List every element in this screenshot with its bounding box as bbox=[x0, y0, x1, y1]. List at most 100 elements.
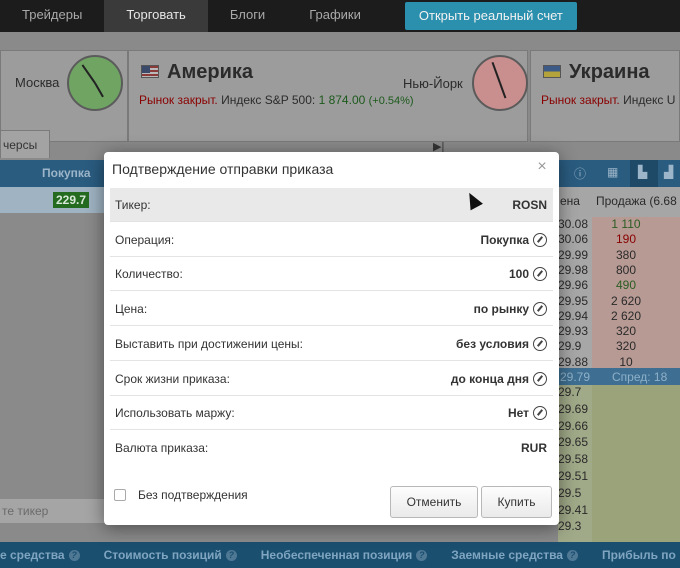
ticker-input[interactable]: те тикер bbox=[0, 498, 104, 524]
row-operation[interactable]: Операция: Покупка bbox=[110, 223, 553, 257]
edit-icon[interactable] bbox=[533, 406, 547, 420]
footer-unsecured-position: Необеспеченная позиция? bbox=[261, 548, 428, 562]
ask-quantity[interactable]: 2 620 bbox=[596, 309, 656, 323]
no-confirmation-checkbox[interactable] bbox=[114, 489, 126, 501]
bid-price[interactable]: 29.58 bbox=[558, 452, 592, 466]
nav-trade[interactable]: Торговать bbox=[104, 0, 208, 32]
ask-price[interactable]: 29.94 bbox=[558, 309, 592, 323]
bid-price[interactable]: 29.69 bbox=[558, 402, 592, 416]
col-buy-header: Покупка bbox=[42, 166, 91, 180]
america-title: Америка bbox=[167, 61, 254, 83]
nav-charts[interactable]: Графики bbox=[287, 0, 383, 32]
bid-price[interactable]: 29.66 bbox=[558, 419, 592, 433]
bid-price[interactable]: 29.65 bbox=[558, 435, 592, 449]
row-order-lifetime[interactable]: Срок жизни приказа: до конца дня bbox=[110, 362, 553, 396]
ask-quantity[interactable]: 380 bbox=[596, 248, 656, 262]
chart-icon[interactable]: ▙ bbox=[630, 160, 658, 187]
ask-quantity[interactable]: 10 bbox=[596, 355, 656, 369]
bid-price[interactable]: 29.51 bbox=[558, 469, 592, 483]
newyork-city-label: Нью-Йорк bbox=[403, 76, 463, 91]
edit-icon[interactable] bbox=[533, 337, 547, 351]
row-label: Валюта приказа: bbox=[115, 441, 209, 455]
ask-price[interactable]: 29.93 bbox=[558, 324, 592, 338]
bid-price[interactable]: 29.5 bbox=[558, 486, 592, 500]
ukraine-index-label: Индекс U bbox=[623, 93, 676, 107]
ask-price[interactable]: 29.96 bbox=[558, 278, 592, 292]
row-quantity[interactable]: Количество: 100 bbox=[110, 257, 553, 291]
ask-quantity[interactable]: 320 bbox=[596, 324, 656, 338]
ticker-value: ROSN bbox=[512, 198, 547, 212]
row-currency: Валюта приказа: RUR bbox=[110, 431, 553, 465]
ukraine-panel: Украина Рынок закрыт. Индекс U bbox=[530, 50, 680, 142]
moscow-city-label: Москва bbox=[15, 75, 60, 90]
account-footer: е средства? Стоимость позиций? Необеспеч… bbox=[0, 542, 680, 568]
row-label: Выставить при достижении цены: bbox=[115, 337, 303, 351]
ask-price[interactable]: 29.88 bbox=[558, 355, 592, 369]
ask-price[interactable]: 30.08 bbox=[558, 217, 592, 231]
buy-price-badge[interactable]: 229.7 bbox=[53, 192, 90, 208]
usa-flag-icon bbox=[141, 65, 159, 78]
row-trigger-price[interactable]: Выставить при достижении цены: без услов… bbox=[110, 327, 553, 361]
quantity-value: 100 bbox=[508, 267, 529, 281]
ukraine-status: Рынок закрыт. bbox=[541, 93, 620, 107]
ask-price[interactable]: 29.98 bbox=[558, 263, 592, 277]
newyork-clock-icon bbox=[472, 55, 528, 111]
ask-quantity[interactable]: 800 bbox=[596, 263, 656, 277]
nav-blogs[interactable]: Блоги bbox=[208, 0, 287, 32]
ask-quantity[interactable]: 490 bbox=[596, 278, 656, 292]
bid-price[interactable]: 29.3 bbox=[558, 519, 592, 533]
row-ticker: Тикер: ROSN bbox=[110, 188, 553, 222]
top-navigation: Трейдеры Торговать Блоги Графики Открыть… bbox=[0, 0, 680, 32]
row-label: Тикер: bbox=[115, 198, 151, 212]
no-confirmation-label: Без подтверждения bbox=[138, 488, 248, 502]
row-use-margin[interactable]: Использовать маржу: Нет bbox=[110, 396, 553, 430]
ukraine-title: Украина bbox=[569, 61, 650, 83]
spread-label: Спред: 18 bbox=[612, 370, 668, 384]
bid-price[interactable]: 29.7 bbox=[558, 385, 592, 399]
currency-value: RUR bbox=[521, 441, 547, 455]
edit-icon[interactable] bbox=[533, 267, 547, 281]
ask-quantity[interactable]: 190 bbox=[596, 232, 656, 246]
ask-quantity[interactable]: 2 620 bbox=[596, 294, 656, 308]
footer-free-funds: е средства? bbox=[0, 548, 80, 562]
row-label: Использовать маржу: bbox=[115, 406, 235, 420]
ukraine-flag-icon bbox=[543, 65, 561, 78]
bids-area bbox=[592, 385, 680, 557]
calculator-icon[interactable]: ▦ bbox=[607, 165, 618, 179]
america-panel: Америка Рынок закрыт. Индекс S&P 500: 1 … bbox=[128, 50, 528, 142]
info-icon[interactable]: ⓘ bbox=[574, 165, 586, 182]
sp500-label: Индекс S&P 500: bbox=[221, 93, 316, 107]
nav-traders[interactable]: Трейдеры bbox=[0, 0, 104, 32]
edit-icon[interactable] bbox=[533, 372, 547, 386]
close-icon[interactable]: × bbox=[534, 159, 550, 175]
footer-positions-value: Стоимость позиций? bbox=[104, 548, 237, 562]
bid-price[interactable]: 29.41 bbox=[558, 503, 592, 517]
edit-icon[interactable] bbox=[533, 302, 547, 316]
col-price-header: ена bbox=[560, 194, 580, 208]
buy-button[interactable]: Купить bbox=[481, 486, 552, 518]
ask-quantity[interactable]: 1 110 bbox=[596, 217, 656, 231]
edit-icon[interactable] bbox=[533, 233, 547, 247]
row-price[interactable]: Цена: по рынку bbox=[110, 292, 553, 326]
dialog-title: Подтверждение отправки приказа bbox=[112, 161, 334, 177]
ask-quantity[interactable]: 320 bbox=[596, 339, 656, 353]
order-confirmation-dialog: Подтверждение отправки приказа × Тикер: … bbox=[104, 152, 559, 525]
ask-price[interactable]: 29.9 bbox=[558, 339, 592, 353]
spread-price: 29.79 bbox=[560, 370, 591, 384]
chart-line-icon[interactable]: ▟ bbox=[664, 165, 673, 179]
ask-price[interactable]: 30.06 bbox=[558, 232, 592, 246]
tab-futures[interactable]: черсы bbox=[0, 130, 50, 158]
ask-price[interactable]: 29.99 bbox=[558, 248, 592, 262]
open-real-account-button[interactable]: Открыть реальный счет bbox=[404, 2, 577, 30]
operation-value: Покупка bbox=[480, 233, 529, 247]
cancel-button[interactable]: Отменить bbox=[390, 486, 478, 518]
moscow-clock-icon bbox=[67, 55, 123, 111]
sp500-change: (+0.54%) bbox=[368, 95, 414, 107]
lifetime-value: до конца дня bbox=[450, 372, 529, 386]
footer-profit: Прибыль по bbox=[601, 548, 676, 562]
col-sell-header: Продажа (6.68 bbox=[596, 194, 677, 208]
america-status: Рынок закрыт. bbox=[139, 93, 218, 107]
ask-price[interactable]: 29.95 bbox=[558, 294, 592, 308]
row-label: Цена: bbox=[115, 302, 148, 316]
trigger-value: без условия bbox=[456, 337, 529, 351]
